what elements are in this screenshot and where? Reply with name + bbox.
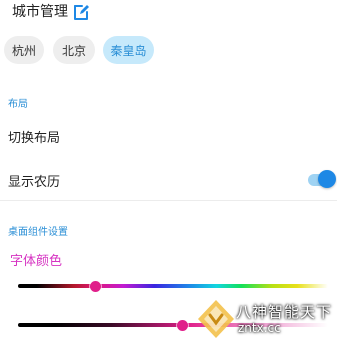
toggle-thumb [318,170,336,188]
hue-slider[interactable] [18,284,328,288]
watermark: 八神智能天下 zntx.cc [196,297,337,342]
shade-slider-thumb[interactable] [176,319,188,331]
city-chip-qinhuangdao[interactable]: 秦皇岛 [103,36,154,64]
section-label-widget-settings: 桌面组件设置 [8,227,68,238]
switch-layout-item[interactable]: 切换布局 [8,127,60,146]
pencil-edit-icon[interactable] [72,3,90,21]
divider [0,200,337,201]
hue-slider-thumb[interactable] [90,280,101,292]
show-lunar-label: 显示农历 [8,175,61,190]
watermark-logo-icon [198,300,234,338]
city-chip-hangzhou[interactable]: 杭州 [4,36,44,64]
show-lunar-toggle[interactable] [308,169,336,189]
section-label-layout: 布局 [8,99,28,110]
shade-slider[interactable] [18,323,328,327]
page-title: 城市管理 [12,4,68,20]
watermark-text: 八神智能天下 [236,303,333,321]
city-chip-beijing[interactable]: 北京 [53,36,95,64]
font-color-label: 字体颜色 [10,254,63,269]
